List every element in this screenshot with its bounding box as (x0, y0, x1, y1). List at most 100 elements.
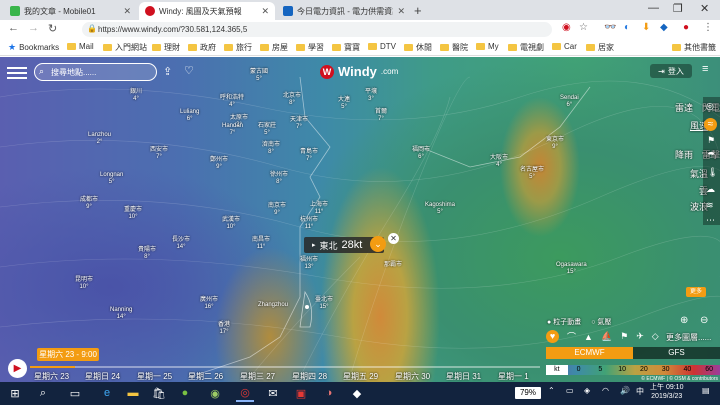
heart-icon[interactable]: ♡ (184, 64, 194, 77)
store-icon[interactable]: 🛍 (150, 384, 168, 402)
bookmark-folder[interactable]: 休閒 (404, 42, 432, 53)
task-view-icon[interactable]: ▭ (66, 384, 84, 402)
bookmark-folder[interactable]: Car (552, 42, 577, 51)
model-ecmwf[interactable]: ECMWF (546, 347, 633, 359)
bookmark-folder[interactable]: 居家 (586, 42, 614, 53)
bookmark-folder[interactable]: 入門網站 (103, 42, 147, 53)
timeline-day[interactable]: 星期日 24 (85, 371, 120, 382)
picker-close-icon[interactable]: ✕ (388, 233, 399, 244)
battery-indicator[interactable]: 79% (515, 387, 541, 399)
timeline-day[interactable]: 星期六 30 (395, 371, 430, 382)
app-icon[interactable]: ◆ (348, 384, 366, 402)
back-icon[interactable]: ← (8, 22, 19, 34)
timeline-day[interactable]: 星期五 29 (343, 371, 378, 382)
file-explorer-icon[interactable]: ▬ (124, 384, 142, 402)
close-window-icon[interactable]: ✕ (700, 2, 709, 15)
timeline-day[interactable]: 星期二 26 (188, 371, 223, 382)
reload-icon[interactable]: ↻ (48, 22, 57, 35)
bookmark-folder[interactable]: Mail (67, 42, 94, 51)
minimize-icon[interactable]: — (648, 2, 659, 14)
timeline-day[interactable]: 星期一 1 (498, 371, 529, 382)
flag-icon[interactable]: ⚑ (707, 135, 715, 146)
bookmark-folder[interactable]: 政府 (188, 42, 216, 53)
close-tab-icon[interactable]: ✕ (123, 6, 131, 17)
zoom-in-icon[interactable]: ⊕ (680, 315, 688, 326)
bookmark-folder[interactable]: 寶寶 (332, 42, 360, 53)
thermometer-icon[interactable]: 🌡 (707, 167, 718, 178)
forward-icon[interactable]: → (28, 22, 39, 34)
bookmark-folder[interactable]: 醫院 (440, 42, 468, 53)
more-overlays-icon[interactable]: ⋯ (706, 215, 715, 226)
app-icon[interactable]: ● (176, 384, 194, 402)
wind-picker[interactable]: ▸ 東北 28kt ⌄ (304, 236, 386, 253)
new-tab-button[interactable]: + (414, 3, 422, 18)
zoom-out-icon[interactable]: ⊖ (700, 315, 708, 326)
tab-power[interactable]: 今日電力資訊 - 電力供需資訊 - 台 ✕ (277, 2, 411, 20)
timeline-day[interactable]: 星期三 27 (240, 371, 275, 382)
play-button[interactable]: ▶ (8, 359, 27, 378)
extension-icon[interactable]: ◐ (624, 22, 630, 33)
heart-fav-icon[interactable]: ♥ (546, 330, 559, 343)
rain-icon[interactable]: ☂ (707, 150, 715, 161)
mountain-icon[interactable]: ▲ (584, 332, 593, 342)
hamburger-menu-icon[interactable] (7, 64, 27, 80)
mail-icon[interactable]: ✉ (264, 384, 282, 402)
timeline-day[interactable]: 星期四 28 (292, 371, 327, 382)
plane-icon[interactable]: ✈ (636, 331, 644, 342)
model-gfs[interactable]: GFS (633, 347, 720, 359)
tray-icon[interactable]: ⌃ (548, 386, 555, 395)
login-button[interactable]: ⇥ 登入 (650, 64, 692, 78)
network-icon[interactable]: ◈ (584, 386, 590, 395)
wave-icon[interactable]: ⌒ (567, 330, 576, 343)
close-tab-icon[interactable]: ✕ (261, 6, 269, 17)
tab-windy[interactable]: Windy: 風圖及天氣預報 ✕ (139, 2, 275, 20)
search-icon[interactable]: ⌕ (34, 384, 52, 402)
bookmark-folder[interactable]: My (476, 42, 499, 51)
cloud-icon[interactable]: ☁ (706, 184, 715, 195)
radar-icon[interactable]: ◎ (706, 101, 714, 112)
tab-mobile01[interactable]: 我的文章 - Mobile01 ✕ (4, 2, 137, 20)
notification-icon[interactable]: ▤ (702, 386, 710, 395)
app-icon[interactable]: ◉ (206, 384, 224, 402)
app-icon[interactable]: ▣ (292, 384, 310, 402)
more-layers-link[interactable]: 更多圖層...... (666, 332, 711, 343)
timeline-day[interactable]: 星期一 25 (137, 371, 172, 382)
bookmark-folder[interactable]: 理財 (152, 42, 180, 53)
chrome-icon[interactable]: ◎ (236, 384, 254, 402)
kite-icon[interactable]: ◇ (652, 331, 659, 342)
windows-start-icon[interactable]: ⊞ (6, 384, 24, 402)
flag-icon[interactable]: ⚑ (620, 331, 628, 342)
bookmark-folder[interactable]: 房屋 (260, 42, 288, 53)
system-clock[interactable]: 上午 09:10 2019/3/23 (650, 383, 683, 401)
extension-download-icon[interactable]: ⬇ (642, 22, 650, 33)
bookmark-folder[interactable]: 電視劇 (508, 42, 544, 53)
profile-icon[interactable]: ● (683, 22, 689, 33)
share-icon[interactable]: ⇪ (163, 65, 172, 78)
bookmark-folder[interactable]: DTV (368, 42, 396, 51)
input-method-icon[interactable]: 中 (636, 386, 644, 397)
bookmark-folder[interactable]: 旅行 (224, 42, 252, 53)
close-tab-icon[interactable]: ✕ (397, 6, 405, 17)
edge-icon[interactable]: e (98, 384, 116, 402)
tray-icon[interactable]: ▭ (566, 386, 574, 395)
other-bookmarks[interactable]: 其他書籤 (672, 42, 716, 53)
layers-more-button[interactable]: 更多 (686, 287, 706, 297)
maximize-icon[interactable]: ❐ (673, 2, 683, 15)
wind-icon[interactable]: ≈ (704, 118, 717, 131)
chrome-menu-icon[interactable]: ⋮ (703, 22, 713, 33)
isolines-toggle[interactable]: ○ 氣壓 (591, 317, 611, 327)
timeline-day[interactable]: 星期日 31 (446, 371, 481, 382)
extension-shield-icon[interactable]: ◆ (660, 22, 668, 33)
menu-icon[interactable]: ≡ (702, 63, 708, 75)
picker-expand-icon[interactable]: ⌄ (370, 236, 386, 252)
volume-icon[interactable]: 🔊 (620, 386, 630, 395)
app-icon[interactable]: ◑ (320, 384, 338, 402)
wave-icon[interactable]: ≋ (706, 200, 714, 211)
bookmark-folder[interactable]: 學習 (296, 42, 324, 53)
timeline-day[interactable]: 星期六 23 (34, 371, 69, 382)
search-input[interactable]: ⌕ 搜尋地點...... (34, 63, 157, 81)
bookmarks-button[interactable]: ★ Bookmarks (8, 42, 59, 53)
timeline-track[interactable] (30, 366, 540, 368)
particles-toggle[interactable]: ● 粒子動畫 (547, 317, 581, 327)
url-field[interactable]: 🔒 https://www.windy.com/?30.581,124.365,… (82, 22, 552, 37)
